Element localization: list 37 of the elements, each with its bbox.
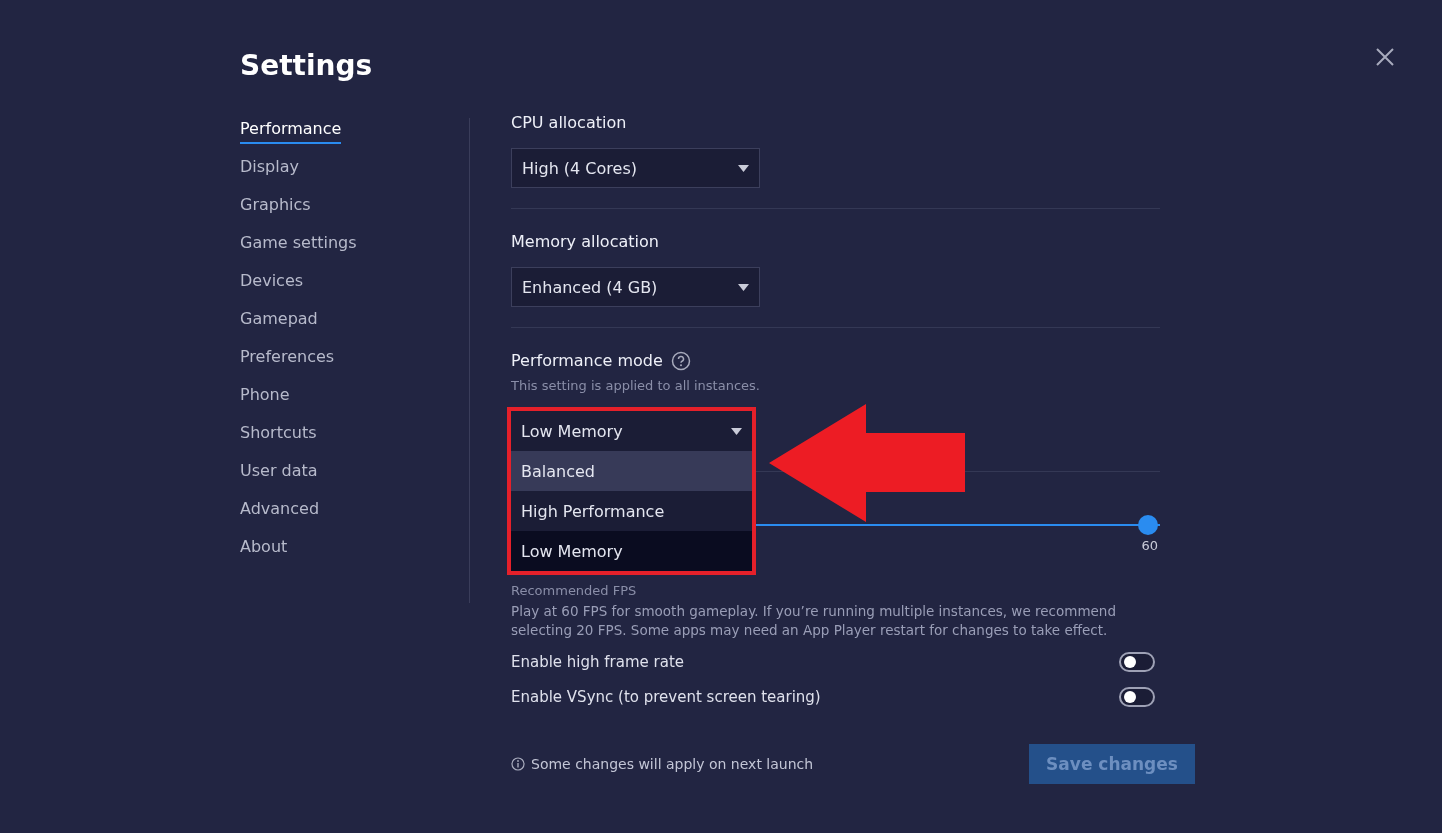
- sidebar-item[interactable]: Advanced: [240, 498, 320, 524]
- toggle-label: Enable VSync (to prevent screen tearing): [511, 687, 821, 706]
- close-button[interactable]: [1375, 47, 1395, 67]
- help-icon[interactable]: [670, 351, 691, 371]
- note-text: Some changes will apply on next launch: [531, 756, 814, 772]
- caret-icon: [738, 164, 749, 172]
- caret-icon: [731, 427, 742, 435]
- toggle-switch[interactable]: [1119, 686, 1155, 707]
- description-text: Play at 60 FPS for smooth gameplay. If you’re running multiple instances, we recommend selecting 20 FPS. Some apps may need an App Player restart for changes to take effect.: [511, 602, 1117, 640]
- section-label: Memory allocation: [511, 231, 659, 253]
- dropdown-select[interactable]: High (4 Cores): [511, 148, 760, 188]
- slider-thumb[interactable]: [1138, 515, 1158, 535]
- section-label: CPU allocation: [511, 112, 627, 134]
- sidebar-item[interactable]: Devices: [240, 270, 304, 296]
- caption-text: Recommended FPS: [511, 583, 638, 598]
- close-icon: [1375, 47, 1395, 67]
- hint-text: This setting is applied to all instances.: [511, 378, 761, 393]
- toggle-label: Enable high frame rate: [511, 652, 685, 671]
- sidebar-item[interactable]: Graphics: [240, 194, 311, 220]
- dropdown-select[interactable]: Enhanced (4 GB): [511, 267, 760, 307]
- sidebar-item[interactable]: Phone: [240, 384, 290, 410]
- info-icon: [511, 757, 525, 771]
- page-title: Settings: [240, 48, 373, 84]
- slider-reading: 60: [1141, 538, 1158, 553]
- sidebar-item[interactable]: About: [240, 536, 288, 562]
- sidebar-item[interactable]: User data: [240, 460, 318, 486]
- sidebar-item[interactable]: Shortcuts: [240, 422, 317, 448]
- dropdown-option[interactable]: Balanced: [511, 451, 752, 491]
- sidebar-item[interactable]: Preferences: [240, 346, 335, 372]
- sidebar-item[interactable]: Game settings: [240, 232, 357, 258]
- caret-icon: [738, 283, 749, 291]
- sidebar-item[interactable]: Performance: [240, 118, 342, 144]
- toggle-switch[interactable]: [1119, 651, 1155, 672]
- section-label: Performance mode: [511, 350, 663, 372]
- sidebar-item[interactable]: Display: [240, 156, 299, 182]
- dropdown-option[interactable]: Low Memory: [511, 531, 752, 571]
- sidebar-item[interactable]: Gamepad: [240, 308, 318, 334]
